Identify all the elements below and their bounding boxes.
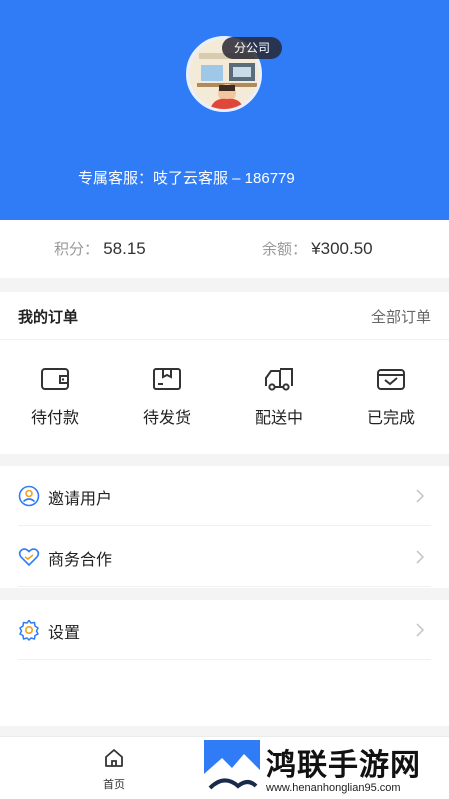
menu-item-settings[interactable]: 设置 [18,600,431,660]
balance-stat: 余额： ¥300.50 [262,238,373,259]
points-stat: 积分： 58.15 [54,238,146,259]
menu-group-settings: 设置 [0,600,449,726]
watermark-logo-icon [204,740,260,796]
box-icon [153,368,181,390]
chevron-right-icon [416,489,425,503]
menu-group-primary: 邀请用户 商务合作 [0,466,449,588]
order-status-in-delivery[interactable]: 配送中 [239,366,319,428]
menu-item-label: 邀请用户 [48,491,113,508]
chevron-right-icon [416,550,425,564]
site-watermark: 鸿联手游网 www.henanhonglian95.com [204,740,449,799]
watermark-title: 鸿联手游网 [266,749,421,782]
chevron-right-icon [416,623,425,637]
my-orders-card: 我的订单 全部订单 待付款 待发货 配送中 已完成 [0,292,449,454]
order-status-label: 待发货 [142,410,191,427]
customer-service-text: 专属客服：吱了云客服 – 186779 [78,170,295,187]
branch-badge: 分公司 [222,37,283,59]
home-icon [105,749,123,767]
points-value: 58.15 [103,239,146,258]
balance-label: 余额： [262,241,308,258]
completed-box-icon [377,369,405,390]
menu-item-invite-users[interactable]: 邀请用户 [18,466,431,526]
menu-item-label: 设置 [48,625,81,642]
profile-header: 分公司 专属客服：吱了云客服 – 186779 [0,0,449,220]
wallet-icon [41,368,69,390]
points-label: 积分： [54,241,100,258]
watermark-url: www.henanhonglian95.com [266,782,401,794]
orders-header: 我的订单 全部订单 [0,292,449,340]
truck-icon [265,368,293,391]
user-circle-icon [18,485,40,507]
order-status-label: 配送中 [254,410,303,427]
order-status-completed[interactable]: 已完成 [351,366,431,428]
tab-home[interactable]: 首页 [94,747,134,792]
menu-item-label: 商务合作 [48,552,113,569]
all-orders-link[interactable]: 全部订单 [371,306,431,327]
gear-icon [19,619,39,641]
order-status-label: 已完成 [366,410,415,427]
balance-value: ¥300.50 [311,239,373,258]
account-stats: 积分： 58.15 余额： ¥300.50 [0,220,449,278]
orders-title: 我的订单 [18,309,79,326]
order-status-awaiting-shipment[interactable]: 待发货 [127,366,207,428]
heart-handshake-icon [18,548,40,567]
menu-item-business-cooperation[interactable]: 商务合作 [18,527,431,587]
order-status-label: 待付款 [30,410,79,427]
order-status-pending-payment[interactable]: 待付款 [15,366,95,428]
tab-home-label: 首页 [103,779,125,791]
